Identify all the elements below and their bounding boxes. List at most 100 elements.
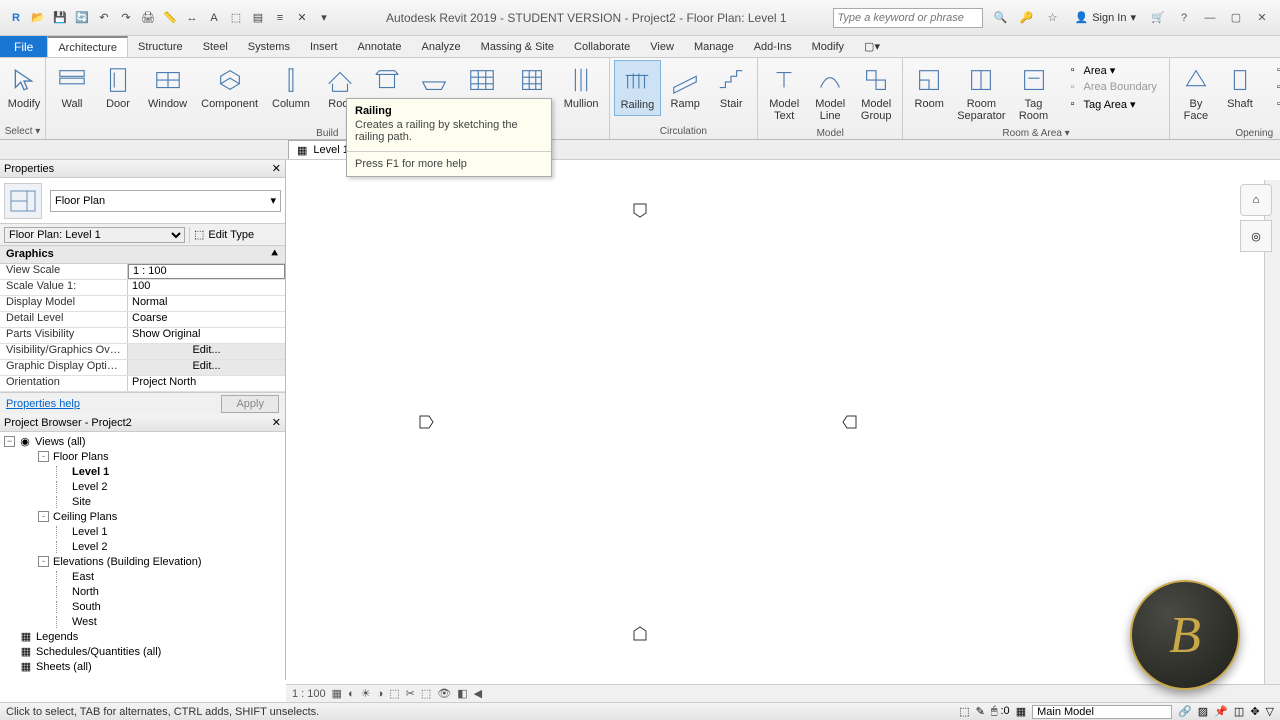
stair-button[interactable]: Stair — [709, 60, 753, 114]
room-separator-button[interactable]: RoomSeparator — [951, 60, 1011, 126]
mullion-button[interactable]: Mullion — [558, 60, 605, 114]
prop-row[interactable]: Detail LevelCoarse — [0, 312, 285, 328]
search-input[interactable] — [833, 8, 983, 28]
vertical-scrollbar[interactable] — [1264, 180, 1280, 684]
tag-area-▾-button[interactable]: ▫Tag Area ▾ — [1062, 96, 1161, 112]
prop-row[interactable]: OrientationProject North — [0, 376, 285, 392]
model-line-button[interactable]: ModelLine — [808, 60, 852, 126]
favorite-icon[interactable]: ☆ — [1043, 8, 1063, 28]
tree-node[interactable]: -Elevations (Building Elevation) — [0, 554, 285, 569]
prop-row[interactable]: Parts VisibilityShow Original — [0, 328, 285, 344]
elevation-marker-north[interactable] — [632, 202, 648, 218]
sun-path-icon[interactable]: ☀ — [361, 687, 371, 700]
tree-root[interactable]: −◉Views (all) — [0, 434, 285, 449]
prop-row[interactable]: Visibility/Graphics Overrid...Edit... — [0, 344, 285, 360]
exchange-icon[interactable]: 🛒 — [1148, 8, 1168, 28]
model-group-button[interactable]: ModelGroup — [854, 60, 898, 126]
tree-node[interactable]: West — [0, 614, 285, 629]
reveal-icon[interactable]: ◧ — [457, 687, 467, 700]
vertical-button[interactable]: ▫Vertical — [1268, 79, 1280, 95]
worksets-icon[interactable]: ⬚ — [959, 705, 969, 718]
select-face-icon[interactable]: ◫ — [1234, 705, 1244, 718]
tree-node[interactable]: North — [0, 584, 285, 599]
crop-icon[interactable]: ✂ — [406, 687, 415, 700]
tag-room-button[interactable]: TagRoom — [1012, 60, 1056, 126]
tab-add-ins[interactable]: Add-Ins — [744, 36, 802, 57]
file-tab[interactable]: File — [0, 36, 47, 57]
section-icon[interactable]: ▤ — [250, 10, 266, 26]
tab-manage[interactable]: Manage — [684, 36, 744, 57]
tab-collaborate[interactable]: Collaborate — [564, 36, 640, 57]
modify-button[interactable]: Modify — [4, 60, 44, 114]
tree-node[interactable]: -Floor Plans — [0, 449, 285, 464]
tree-node[interactable]: South — [0, 599, 285, 614]
door-button[interactable]: Door — [96, 60, 140, 114]
shadows-icon[interactable]: ◑ — [377, 688, 384, 700]
area-▾-button[interactable]: ▫Area ▾ — [1062, 62, 1161, 78]
undo-icon[interactable]: ↶ — [96, 10, 112, 26]
print-icon[interactable]: 🖨 — [140, 10, 156, 26]
tree-node[interactable]: ▦Legends — [0, 629, 285, 644]
elevation-marker-south[interactable] — [632, 626, 648, 642]
room-area-group-label[interactable]: Room & Area ▾ — [907, 126, 1165, 141]
tab-annotate[interactable]: Annotate — [347, 36, 411, 57]
edit-type-button[interactable]: ⬚Edit Type — [190, 228, 258, 241]
close-icon[interactable]: ✕ — [1252, 8, 1272, 28]
thin-lines-icon[interactable]: ≡ — [272, 10, 288, 26]
properties-close-icon[interactable]: ✕ — [272, 162, 281, 175]
design-options-icon[interactable]: ▦ — [1016, 705, 1026, 718]
dormer-button[interactable]: ▫Dormer — [1268, 96, 1280, 112]
tab-modify[interactable]: Modify — [802, 36, 854, 57]
browser-close-icon[interactable]: ✕ — [272, 416, 281, 429]
crop-visible-icon[interactable]: ⬚ — [421, 687, 431, 700]
tab-systems[interactable]: Systems — [238, 36, 300, 57]
switch-win-icon[interactable]: ▾ — [316, 10, 332, 26]
help-icon[interactable]: ? — [1174, 8, 1194, 28]
tab-insert[interactable]: Insert — [300, 36, 348, 57]
by-face-button[interactable]: ByFace — [1174, 60, 1218, 126]
nav-left-icon[interactable]: ◀ — [474, 687, 482, 700]
main-model-input[interactable] — [1032, 705, 1172, 719]
redo-icon[interactable]: ↷ — [118, 10, 134, 26]
open-icon[interactable]: 📂 — [30, 10, 46, 26]
detail-level-icon[interactable]: ▦ — [332, 687, 342, 700]
drawing-canvas[interactable] — [286, 180, 1264, 684]
expand-icon[interactable]: − — [4, 436, 15, 447]
tab-steel[interactable]: Steel — [193, 36, 238, 57]
measure-icon[interactable]: 📏 — [162, 10, 178, 26]
ribbon-expand-icon[interactable]: ▢▾ — [854, 36, 890, 57]
hide-isolate-icon[interactable]: 👁 — [437, 687, 451, 700]
visual-style-icon[interactable]: ◐ — [348, 688, 355, 700]
model-text-button[interactable]: ModelText — [762, 60, 806, 126]
component-button[interactable]: Component — [195, 60, 264, 114]
project-browser[interactable]: −◉Views (all) -Floor PlansLevel 1Level 2… — [0, 432, 285, 680]
select-group-label[interactable]: Select ▾ — [4, 124, 41, 139]
shaft-button[interactable]: Shaft — [1218, 60, 1262, 126]
scale-control[interactable]: 1 : 100 — [292, 688, 326, 700]
prop-row[interactable]: Scale Value 1:100 — [0, 280, 285, 296]
3d-icon[interactable]: ⬚ — [228, 10, 244, 26]
tab-architecture[interactable]: Architecture — [47, 36, 128, 57]
save-icon[interactable]: 💾 — [52, 10, 68, 26]
tree-node[interactable]: ▦Schedules/Quantities (all) — [0, 644, 285, 659]
drag-icon[interactable]: ✥ — [1250, 705, 1259, 718]
elevation-marker-west[interactable] — [418, 414, 434, 430]
room-button[interactable]: Room — [907, 60, 951, 126]
prop-row[interactable]: Graphic Display OptionsEdit... — [0, 360, 285, 376]
expand-icon[interactable]: - — [38, 511, 49, 522]
properties-help-link[interactable]: Properties help — [6, 398, 80, 410]
graphics-group-header[interactable]: Graphics⯅ — [0, 246, 285, 264]
prop-row[interactable]: Display ModelNormal — [0, 296, 285, 312]
dimension-icon[interactable]: ↔ — [184, 10, 200, 26]
wall-button[interactable]: Wall — [50, 60, 94, 114]
instance-select[interactable]: Floor Plan: Level 1 — [4, 227, 185, 243]
viewcube-icon[interactable]: ⌂ — [1240, 184, 1272, 216]
rendering-icon[interactable]: ⬚ — [389, 687, 399, 700]
editable-only-icon[interactable]: ✎ — [976, 705, 985, 718]
maximize-icon[interactable]: ▢ — [1226, 8, 1246, 28]
elevation-marker-east[interactable] — [842, 414, 858, 430]
prop-row[interactable]: View Scale1 : 100 — [0, 264, 285, 280]
filter-icon[interactable]: ▽ — [1266, 705, 1274, 718]
tree-node[interactable]: Level 2 — [0, 479, 285, 494]
subscription-icon[interactable]: 🔑 — [1017, 8, 1037, 28]
